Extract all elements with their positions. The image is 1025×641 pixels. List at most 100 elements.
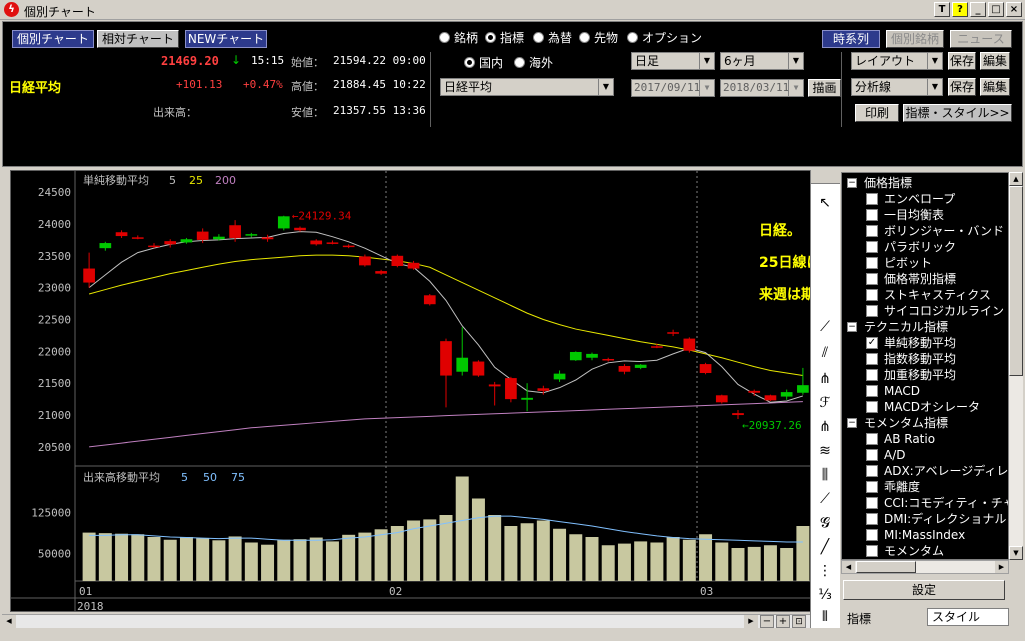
volume-bar <box>682 539 696 581</box>
pitchfork-icon[interactable]: ⋔ <box>814 368 836 390</box>
analysis-edit-button[interactable]: 編集 <box>980 78 1010 96</box>
radio-category-2[interactable] <box>533 32 544 43</box>
collapse-icon[interactable]: − <box>847 322 857 332</box>
help-button[interactable]: ? <box>952 2 968 17</box>
open-label: 始値： <box>291 56 324 69</box>
checkbox[interactable] <box>866 353 878 365</box>
radio-category-0[interactable] <box>439 32 450 43</box>
analysis-select[interactable]: 分析線 ▼ <box>851 78 943 96</box>
scroll-left-icon[interactable]: ◀ <box>2 615 16 628</box>
checkbox[interactable] <box>866 273 878 285</box>
draw-button[interactable]: 描画 <box>808 79 841 97</box>
volume-bar <box>763 545 777 581</box>
checkbox[interactable] <box>866 241 878 253</box>
collapse-icon[interactable]: − <box>847 178 857 188</box>
tab-new-chart[interactable]: NEWチャート <box>185 30 267 48</box>
fibonacci-icon[interactable]: ℱ <box>814 392 836 414</box>
checkbox[interactable] <box>866 209 878 221</box>
line-icon[interactable]: ╱ <box>814 536 836 558</box>
checkbox[interactable] <box>866 193 878 205</box>
gann-icon[interactable]: 𝓖 <box>814 512 836 534</box>
layout-select[interactable]: レイアウト ▼ <box>851 52 943 70</box>
period-select[interactable]: 日足 ▼ <box>631 52 715 70</box>
radio-category-3[interactable] <box>579 32 590 43</box>
radio-overseas[interactable] <box>514 57 525 68</box>
per-stock-button[interactable]: 個別銘柄 <box>886 30 944 48</box>
scroll-down-icon[interactable]: ▼ <box>1009 546 1023 560</box>
cursor-icon[interactable]: ↖ <box>814 192 836 214</box>
candle-body <box>294 227 306 231</box>
checkbox[interactable] <box>866 481 878 493</box>
range-select[interactable]: 6ヶ月 ▼ <box>720 52 804 70</box>
zoom-out-icon[interactable]: − <box>760 615 774 628</box>
indicator-tree[interactable]: − 価格指標 エンベロープ 一目均衡表 ボリンジャー・バンド パラボリック ピボット 価格帯別… <box>841 172 1009 560</box>
news-button[interactable]: ニュース <box>950 30 1012 48</box>
tab-individual-chart[interactable]: 個別チャート <box>12 30 94 48</box>
scroll-track[interactable] <box>1009 376 1023 546</box>
zoom-in-icon[interactable]: + <box>776 615 790 628</box>
candle-body <box>797 385 809 393</box>
checkbox[interactable] <box>866 449 878 461</box>
checkbox[interactable] <box>866 529 878 541</box>
date-to-select[interactable]: 2018/03/11 ▼ <box>720 79 804 97</box>
scroll-up-icon[interactable]: ▲ <box>1009 172 1023 186</box>
tab-style[interactable]: スタイル <box>927 608 1009 626</box>
scroll-thumb[interactable] <box>1009 186 1023 376</box>
checkbox[interactable] <box>866 225 878 237</box>
checkbox[interactable] <box>866 497 878 509</box>
checkbox[interactable] <box>866 289 878 301</box>
analysis-save-button[interactable]: 保存 <box>948 78 976 96</box>
hscroll-thumb[interactable] <box>856 561 916 573</box>
radio-domestic[interactable] <box>464 57 475 68</box>
minimize-button[interactable]: _ <box>970 2 986 17</box>
font-button[interactable]: T <box>934 2 950 17</box>
collapse-icon[interactable]: − <box>847 418 857 428</box>
maximize-button[interactable]: □ <box>988 2 1004 17</box>
timeseries-button[interactable]: 時系列 <box>822 30 880 48</box>
parallel-lines-icon[interactable]: ≋ <box>814 440 836 462</box>
tree-scrollbar[interactable]: ▲ ▼ <box>1009 172 1023 560</box>
print-button[interactable]: 印刷 <box>855 104 899 122</box>
trendline-icon[interactable]: ⟋ <box>814 316 836 338</box>
layout-save-button[interactable]: 保存 <box>948 52 976 70</box>
tree-hscrollbar[interactable]: ◀ ▶ <box>841 560 1009 574</box>
candle-body <box>651 346 663 348</box>
high-value: 21884.45 10:22 <box>333 78 426 91</box>
fan-icon[interactable]: ⋔ <box>814 416 836 438</box>
checkbox[interactable] <box>866 305 878 317</box>
checkbox[interactable] <box>866 369 878 381</box>
checkbox[interactable] <box>866 465 878 477</box>
scroll-up-button[interactable] <box>811 170 840 184</box>
candle-body <box>99 243 112 249</box>
checkbox[interactable] <box>866 545 878 557</box>
scroll-left-icon[interactable]: ◀ <box>842 561 855 573</box>
tab-indicators[interactable]: 指標 <box>843 610 923 628</box>
scroll-right-icon[interactable]: ▶ <box>744 615 758 628</box>
indicator-style-button[interactable]: 指標・スタイル>> <box>903 104 1012 122</box>
scroll-right-icon[interactable]: ▶ <box>995 561 1008 573</box>
checkbox[interactable]: ✓ <box>866 337 878 349</box>
checkbox[interactable] <box>866 433 878 445</box>
chart-area[interactable]: 24500 24000 23500 23000 22500 22000 21500 21000… <box>10 170 840 612</box>
layout-edit-button[interactable]: 編集 <box>980 52 1010 70</box>
checkbox[interactable] <box>866 385 878 397</box>
count-icon[interactable]: ⅓ <box>814 584 836 606</box>
vertical-lines-icon[interactable]: ⫴ <box>814 606 836 628</box>
close-button[interactable]: × <box>1006 2 1022 17</box>
checkbox[interactable] <box>866 257 878 269</box>
tab-relative-chart[interactable]: 相対チャート <box>97 30 179 48</box>
ray-icon[interactable]: ⟋ <box>814 488 836 510</box>
radio-category-4[interactable] <box>627 32 638 43</box>
index-select[interactable]: 日経平均 ▼ <box>440 78 614 96</box>
candle-body <box>505 378 517 400</box>
fibonacci-time-icon[interactable]: ⫼ <box>814 464 836 486</box>
checkbox[interactable] <box>866 513 878 525</box>
radio-category-1[interactable] <box>485 32 496 43</box>
trend-channel-icon[interactable]: ⫽ <box>814 342 836 364</box>
settings-button[interactable]: 設定 <box>843 580 1005 600</box>
reset-zoom-icon[interactable]: ⊡ <box>792 615 806 628</box>
date-from-select[interactable]: 2017/09/11 ▼ <box>631 79 715 97</box>
chart-scrollbar[interactable]: ◀ ▶ − + ⊡ <box>2 614 810 628</box>
checkbox[interactable] <box>866 401 878 413</box>
cycle-icon[interactable]: ⋮ <box>814 560 836 582</box>
